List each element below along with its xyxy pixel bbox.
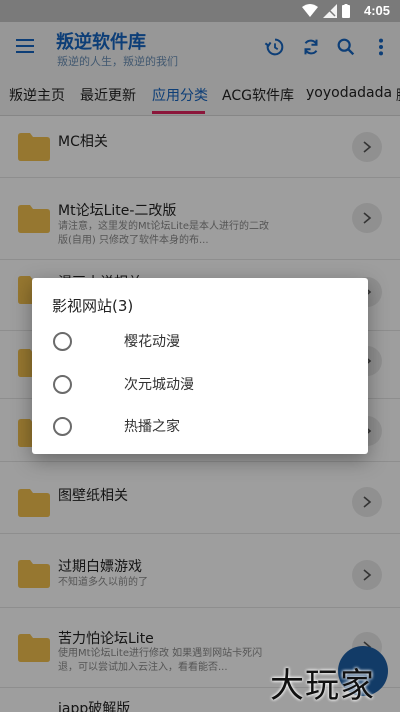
selection-dialog: 影视网站(3) 樱花动漫 次元城动漫 热播之家 <box>32 278 368 454</box>
dialog-option[interactable]: 次元城动漫 <box>32 364 368 404</box>
option-label: 热播之家 <box>124 419 180 435</box>
radio-button[interactable] <box>53 417 72 436</box>
radio-button[interactable] <box>53 375 72 394</box>
dialog-title: 影视网站(3) <box>52 297 134 315</box>
wifi-icon <box>302 4 318 17</box>
watermark: 大玩家 <box>270 666 375 706</box>
status-bar: 4:05 <box>0 0 400 22</box>
option-label: 樱花动漫 <box>124 334 180 350</box>
status-time: 4:05 <box>363 3 390 18</box>
dialog-option[interactable]: 热播之家 <box>32 406 368 446</box>
signal-icon <box>323 4 337 18</box>
option-label: 次元城动漫 <box>124 377 194 393</box>
radio-button[interactable] <box>53 332 72 351</box>
battery-icon <box>342 4 350 18</box>
dialog-option[interactable]: 樱花动漫 <box>32 321 368 361</box>
